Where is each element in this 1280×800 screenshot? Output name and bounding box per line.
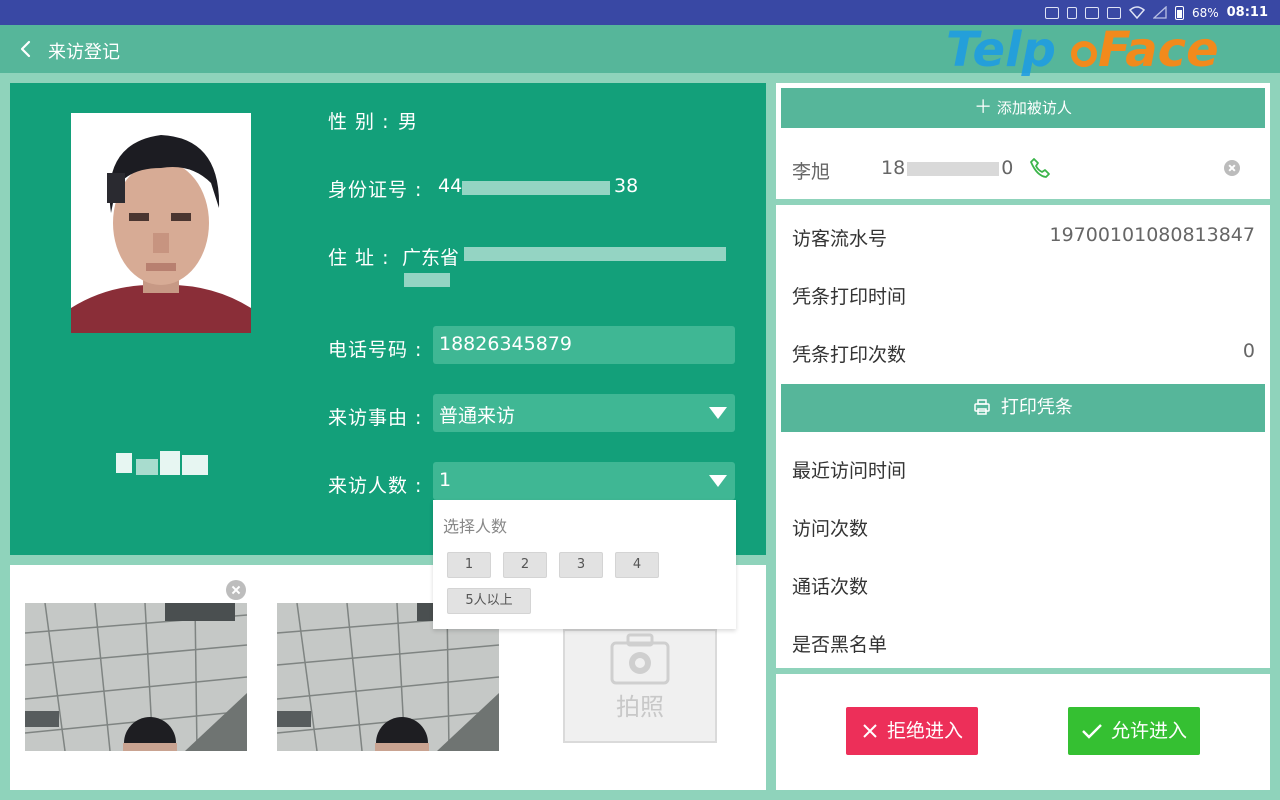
gallery-icon — [1084, 6, 1099, 19]
phone-label: 电话号码 : — [328, 339, 423, 361]
status-icons: 68% 08:11 — [1044, 0, 1268, 25]
take-photo-label: 拍照 — [616, 693, 664, 721]
host-card: ＋ 添加被访人 李旭 18 0 — [776, 83, 1270, 199]
back-arrow-icon — [20, 40, 31, 58]
dropdown-arrow-icon — [709, 475, 727, 487]
blacklist-label: 是否黑名单 — [792, 634, 888, 656]
host-phone-end: 0 — [1001, 157, 1014, 179]
check-icon — [1082, 724, 1102, 739]
reason-value: 普通来访 — [439, 405, 516, 427]
id-number-end: 38 — [614, 175, 639, 197]
visitor-count-value: 1 — [439, 469, 452, 491]
serial-label: 访客流水号 — [792, 228, 888, 250]
remove-photo-icon[interactable] — [226, 580, 246, 600]
host-name: 李旭 — [792, 161, 831, 183]
address-masked-line2 — [404, 273, 450, 287]
allow-entry-label: 允许进入 — [1110, 720, 1187, 742]
phone-call-icon[interactable] — [1029, 157, 1051, 179]
address-start: 广东省 — [402, 247, 460, 269]
svg-text:Telp: Telp — [946, 24, 1056, 78]
signal-icon — [1152, 6, 1167, 19]
visitor-count-popup: 选择人数 1 2 3 4 5人以上 — [433, 500, 736, 629]
dropdown-arrow-icon — [709, 407, 727, 419]
remove-host-icon[interactable] — [1224, 160, 1240, 176]
car-icon — [1106, 6, 1121, 19]
print-count-label: 凭条打印次数 — [792, 344, 907, 366]
add-host-button[interactable]: ＋ 添加被访人 — [781, 88, 1265, 128]
print-count-value: 0 — [1242, 340, 1255, 362]
gender-value: 男 — [398, 111, 418, 133]
svg-text:Face: Face — [1098, 24, 1219, 78]
brand-logo: Telp Face — [944, 24, 1234, 78]
captured-photo-1[interactable] — [25, 603, 247, 751]
status-bar: 68% 08:11 — [0, 0, 1280, 25]
count-option-4[interactable]: 4 — [615, 552, 659, 578]
visitor-info-panel: 性 别 : 男 身份证号 : 44 38 住 址 : 广东省 电话号码 : 18… — [10, 83, 766, 555]
camera-icon — [610, 633, 670, 685]
plus-icon: ＋ — [974, 97, 993, 118]
host-phone-masked — [907, 161, 1000, 176]
reason-label: 来访事由 : — [328, 407, 423, 429]
address-label: 住 址 : — [328, 247, 390, 269]
page-title: 来访登记 — [48, 42, 120, 63]
address-masked-line1 — [464, 247, 726, 261]
popup-title: 选择人数 — [443, 517, 508, 536]
take-photo-button[interactable]: 拍照 — [563, 629, 717, 743]
gender-label: 性 别 : — [328, 111, 390, 133]
host-phone: 18 0 — [881, 157, 1013, 179]
visitor-count-dropdown[interactable]: 1 — [433, 462, 735, 500]
visitor-count-label: 来访人数 : — [328, 475, 423, 497]
battery-percent: 68% — [1191, 5, 1219, 20]
count-option-3[interactable]: 3 — [559, 552, 603, 578]
id-photo — [71, 113, 251, 333]
reject-entry-button[interactable]: 拒绝进入 — [846, 707, 978, 755]
allow-entry-button[interactable]: 允许进入 — [1068, 707, 1200, 755]
add-host-label: 添加被访人 — [996, 99, 1072, 117]
visit-details-card: 访客流水号 19700101080813847 凭条打印时间 凭条打印次数 0 … — [776, 205, 1270, 668]
count-option-1[interactable]: 1 — [447, 552, 491, 578]
phone-input[interactable]: 18826345879 — [433, 326, 735, 364]
print-slip-label: 打印凭条 — [1000, 397, 1073, 418]
id-number-masked — [462, 181, 610, 195]
printer-icon — [974, 399, 990, 415]
print-time-label: 凭条打印时间 — [792, 286, 907, 308]
serial-value: 19700101080813847 — [1049, 224, 1255, 246]
print-slip-button[interactable]: 打印凭条 — [781, 384, 1265, 432]
vibrate-icon — [1066, 6, 1077, 19]
close-icon — [863, 724, 877, 738]
reject-entry-label: 拒绝进入 — [886, 720, 963, 742]
clock: 08:11 — [1226, 5, 1268, 20]
last-visit-label: 最近访问时间 — [792, 460, 907, 482]
cast-icon — [1044, 6, 1059, 19]
reason-dropdown[interactable]: 普通来访 — [433, 394, 735, 432]
name-masked — [112, 447, 212, 479]
back-button[interactable] — [14, 37, 38, 61]
action-card: 拒绝进入 允许进入 — [776, 674, 1270, 790]
call-count-label: 通话次数 — [792, 576, 869, 598]
id-number-start: 44 — [438, 175, 463, 197]
visit-count-label: 访问次数 — [792, 518, 869, 540]
wifi-icon — [1128, 6, 1145, 19]
id-number-label: 身份证号 : — [328, 179, 423, 201]
battery-icon — [1174, 5, 1184, 20]
host-phone-start: 18 — [881, 157, 906, 179]
count-option-2[interactable]: 2 — [503, 552, 547, 578]
count-option-5-plus[interactable]: 5人以上 — [447, 588, 531, 614]
